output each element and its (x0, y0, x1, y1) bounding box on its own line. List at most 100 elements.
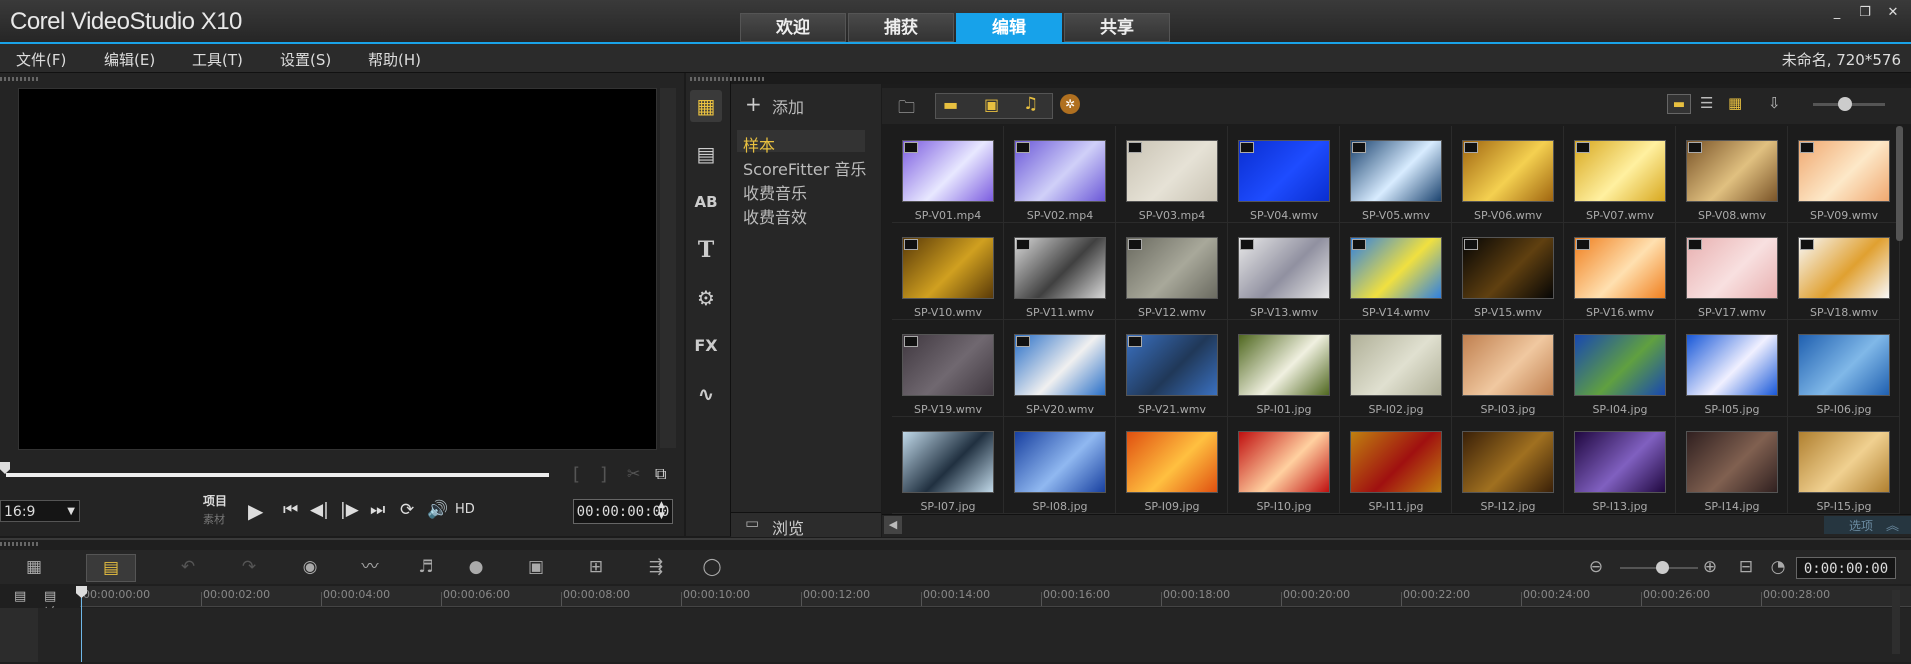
clip-item[interactable]: SP-I15.jpg (1788, 417, 1900, 514)
undo-icon[interactable]: ↶ (172, 556, 204, 578)
library-grip[interactable] (690, 77, 730, 81)
clip-thumbnail[interactable] (902, 431, 994, 493)
minimize-button[interactable]: _ (1827, 5, 1847, 21)
add-folder-button[interactable]: 添加 (772, 94, 804, 118)
timecode-spinner-icon[interactable]: ▲ ▼ (658, 500, 665, 522)
clip-item[interactable]: SP-V06.wmv (1452, 126, 1564, 223)
clip-thumbnail[interactable] (1350, 334, 1442, 396)
restore-button[interactable]: ❐ (1855, 5, 1875, 21)
clip-item[interactable]: SP-V15.wmv (1452, 223, 1564, 320)
folder-icon[interactable]: 🗀 (898, 95, 915, 124)
clip-thumbnail[interactable] (1126, 431, 1218, 493)
clip-thumbnail[interactable] (1462, 334, 1554, 396)
auto-music-icon[interactable]: ♬ (410, 556, 442, 578)
clip-item[interactable]: SP-V14.wmv (1340, 223, 1452, 320)
clip-item[interactable]: SP-V09.wmv (1788, 126, 1900, 223)
clip-thumbnail[interactable] (1686, 431, 1778, 493)
clip-item[interactable]: SP-V11.wmv (1004, 223, 1116, 320)
clip-item[interactable]: SP-V18.wmv (1788, 223, 1900, 320)
clip-thumbnail[interactable] (1574, 334, 1666, 396)
clip-item[interactable]: SP-I02.jpg (1340, 320, 1452, 417)
clip-item[interactable]: SP-V04.wmv (1228, 126, 1340, 223)
subtitle-editor-icon[interactable]: ▣ (520, 556, 552, 578)
collapse-panel-icon[interactable]: ◀ (884, 516, 902, 534)
clip-thumbnail[interactable] (1798, 431, 1890, 493)
menu-file[interactable]: 文件(F) (16, 49, 66, 70)
sound-mixer-icon[interactable]: 〰 (354, 556, 386, 578)
list-view-icon[interactable]: ☰ (1700, 94, 1713, 112)
clip-item[interactable]: SP-V20.wmv (1004, 320, 1116, 417)
gallery-scrollbar[interactable] (1896, 126, 1903, 241)
multi-camera-icon[interactable]: ⊞ (580, 556, 612, 578)
clip-thumbnail[interactable] (1574, 431, 1666, 493)
clip-item[interactable]: SP-I13.jpg (1564, 417, 1676, 514)
clip-item[interactable]: SP-V02.mp4 (1004, 126, 1116, 223)
aspect-ratio-select[interactable]: 16:9 ▼ (0, 500, 80, 522)
mode-clip-label[interactable]: 素材 (203, 511, 225, 527)
clip-thumbnail[interactable] (1238, 431, 1330, 493)
clip-item[interactable]: SP-V03.mp4 (1116, 126, 1228, 223)
clip-item[interactable]: SP-V08.wmv (1676, 126, 1788, 223)
clip-item[interactable]: SP-I12.jpg (1452, 417, 1564, 514)
clip-item[interactable]: SP-I10.jpg (1228, 417, 1340, 514)
prev-frame-icon[interactable]: ◀| (310, 500, 329, 520)
add-folder-icon[interactable]: + (745, 92, 762, 116)
clip-item[interactable]: SP-V13.wmv (1228, 223, 1340, 320)
go-start-icon[interactable]: ⏮ (283, 500, 298, 520)
zoom-in-icon[interactable]: ⊕ (1694, 556, 1726, 578)
clip-thumbnail[interactable] (1014, 431, 1106, 493)
clip-item[interactable]: SP-I08.jpg (1004, 417, 1116, 514)
filter-fx-icon[interactable]: FX (690, 330, 722, 362)
record-capture-icon[interactable]: ◉ (294, 556, 326, 578)
tab-edit[interactable]: 编辑 (956, 13, 1062, 42)
category-paid-sfx[interactable]: 收费音效 (743, 204, 807, 228)
clip-thumbnail[interactable] (1350, 431, 1442, 493)
clip-item[interactable]: SP-I01.jpg (1228, 320, 1340, 417)
clip-item[interactable]: SP-V12.wmv (1116, 223, 1228, 320)
clip-item[interactable]: SP-V07.wmv (1564, 126, 1676, 223)
online-store-icon[interactable]: ✲ (1060, 94, 1080, 114)
clip-item[interactable]: SP-I03.jpg (1452, 320, 1564, 417)
hd-preview-toggle[interactable]: HD (455, 502, 475, 517)
transition-icon[interactable]: AB (690, 186, 722, 218)
title-icon[interactable]: T (690, 234, 722, 266)
clip-thumbnail[interactable] (1686, 334, 1778, 396)
tab-welcome[interactable]: 欢迎 (740, 13, 846, 42)
mark-in-icon[interactable]: [ (573, 464, 580, 485)
mark-out-icon[interactable]: ] (600, 464, 607, 485)
mode-project-label[interactable]: 项目 (203, 492, 227, 509)
scrub-bar[interactable] (6, 473, 549, 477)
repeat-icon[interactable]: ⟳ (400, 500, 414, 520)
tab-capture[interactable]: 捕获 (848, 13, 954, 42)
strip-view-icon[interactable]: ▬ (1667, 94, 1691, 114)
timeline-zoom-handle[interactable] (1656, 561, 1669, 574)
go-end-icon[interactable]: ⏭ (370, 500, 385, 520)
category-samples[interactable]: 样本 (743, 132, 775, 156)
clip-item[interactable]: SP-V10.wmv (892, 223, 1004, 320)
clip-item[interactable]: SP-V21.wmv (1116, 320, 1228, 417)
menu-edit[interactable]: 编辑(E) (104, 49, 155, 70)
storyboard-view-icon[interactable]: ▦ (18, 556, 50, 578)
track-manager-icon[interactable]: ▤ (14, 589, 26, 604)
clip-item[interactable]: SP-I09.jpg (1116, 417, 1228, 514)
project-duration-icon[interactable]: ◔ (1762, 556, 1794, 578)
panel-grip[interactable] (0, 77, 40, 81)
clip-item[interactable]: SP-I06.jpg (1788, 320, 1900, 417)
timeline-scrollbar[interactable] (1892, 590, 1900, 654)
next-frame-icon[interactable]: |▶ (340, 500, 359, 520)
show-audio-icon[interactable]: ♫ (1023, 94, 1038, 114)
graphic-icon[interactable]: ⚙ (690, 282, 722, 314)
show-video-icon[interactable]: ▬ (943, 95, 958, 114)
browse-icon[interactable]: ▭ (745, 514, 759, 532)
volume-icon[interactable]: 🔊 (427, 500, 448, 520)
category-scorefitter[interactable]: ScoreFitter 音乐 (743, 156, 866, 180)
browse-button[interactable]: 浏览 (772, 515, 804, 539)
sort-icon[interactable]: ⇩ (1768, 94, 1781, 112)
show-photo-icon[interactable]: ▣ (984, 95, 999, 114)
clip-item[interactable]: SP-I04.jpg (1564, 320, 1676, 417)
redo-icon[interactable]: ↷ (233, 556, 265, 578)
fit-project-icon[interactable]: ⊟ (1730, 556, 1762, 578)
category-grip[interactable] (726, 77, 766, 81)
options-button[interactable]: 选项 (1849, 517, 1873, 534)
clip-item[interactable]: SP-I14.jpg (1676, 417, 1788, 514)
